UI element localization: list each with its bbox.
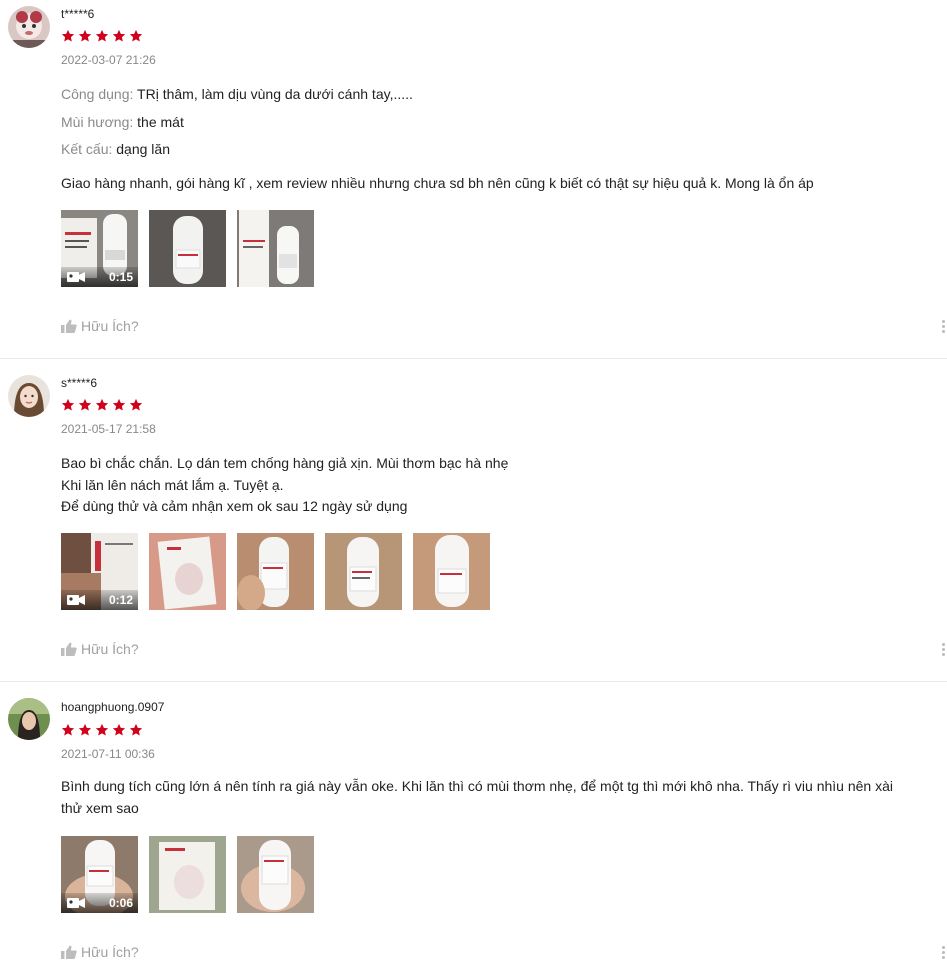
image-thumbnail[interactable] <box>237 836 314 913</box>
review-media: 0:15 <box>61 210 314 287</box>
attribute-usage: Công dụng: TRị thâm, làm dịu vùng da dướ… <box>61 86 413 102</box>
username: t*****6 <box>61 7 95 21</box>
helpful-label: Hữu Ích? <box>81 318 139 334</box>
video-thumbnail[interactable]: 0:06 <box>61 836 138 913</box>
star-icon <box>95 29 109 42</box>
star-icon <box>129 29 143 42</box>
image-thumbnail[interactable] <box>149 533 226 610</box>
divider <box>0 681 947 682</box>
attribute-value: dạng lăn <box>116 141 170 157</box>
username: s*****6 <box>61 376 98 390</box>
thumbs-up-icon <box>61 642 77 656</box>
image-thumbnail[interactable] <box>325 533 402 610</box>
image-thumbnail[interactable] <box>149 210 226 287</box>
review-date: 2022-03-07 21:26 <box>61 53 156 67</box>
helpful-label: Hữu Ích? <box>81 944 139 960</box>
star-icon <box>78 29 92 42</box>
video-duration: 0:12 <box>108 593 133 607</box>
image-thumbnail[interactable] <box>149 836 226 913</box>
star-icon <box>112 29 126 42</box>
review-text-line: Giao hàng nhanh, gói hàng kĩ , xem revie… <box>61 175 814 191</box>
image-thumbnail[interactable] <box>237 533 314 610</box>
thumbs-up-icon <box>61 319 77 333</box>
star-icon <box>95 723 109 736</box>
video-thumbnail[interactable]: 0:12 <box>61 533 138 610</box>
review-media: 0:06 <box>61 836 314 913</box>
star-rating <box>61 723 143 737</box>
star-icon <box>78 398 92 411</box>
review-text: Bình dung tích cũng lớn á nên tính ra gi… <box>61 776 893 819</box>
video-duration: 0:06 <box>108 896 133 910</box>
star-icon <box>95 398 109 411</box>
star-icon <box>61 398 75 411</box>
star-rating <box>61 398 143 412</box>
video-duration: 0:15 <box>108 270 133 284</box>
review-text-line: thử xem sao <box>61 799 139 816</box>
review-date: 2021-05-17 21:58 <box>61 422 156 436</box>
video-camera-icon <box>67 272 85 282</box>
review-text: Bao bì chắc chắn. Lọ dán tem chống hàng … <box>61 453 508 518</box>
thumbs-up-icon <box>61 945 77 959</box>
attribute-label: Mùi hương: <box>61 114 134 130</box>
star-icon <box>129 723 143 736</box>
image-thumbnail[interactable] <box>413 533 490 610</box>
star-icon <box>112 723 126 736</box>
attribute-label: Kết cấu: <box>61 141 113 157</box>
review-text-line: Khi lăn lên nách mát lắm ạ. Tuyệt ạ. <box>61 476 284 493</box>
star-icon <box>61 29 75 42</box>
helpful-button[interactable]: Hữu Ích? <box>61 944 139 960</box>
review-text-line: Bao bì chắc chắn. Lọ dán tem chống hàng … <box>61 455 509 471</box>
image-thumbnail[interactable] <box>237 210 314 287</box>
attribute-value: TRị thâm, làm dịu vùng da dưới cánh tay,… <box>137 86 413 102</box>
star-icon <box>61 723 75 736</box>
review-date: 2021-07-11 00:36 <box>61 747 155 761</box>
attribute-label: Công dụng: <box>61 86 134 102</box>
divider <box>0 358 947 359</box>
video-camera-icon <box>67 595 85 605</box>
attribute-value: the mát <box>137 114 184 130</box>
avatar[interactable] <box>8 375 50 417</box>
more-options-icon[interactable] <box>941 320 947 334</box>
more-options-icon[interactable] <box>941 946 947 960</box>
avatar[interactable] <box>8 6 50 48</box>
star-rating <box>61 29 143 43</box>
more-options-icon[interactable] <box>941 643 947 657</box>
helpful-label: Hữu Ích? <box>81 641 139 657</box>
video-camera-icon <box>67 898 85 908</box>
review-media: 0:12 <box>61 533 490 610</box>
review-text: Giao hàng nhanh, gói hàng kĩ , xem revie… <box>61 173 814 195</box>
helpful-button[interactable]: Hữu Ích? <box>61 641 139 657</box>
username: hoangphuong.0907 <box>61 700 165 714</box>
video-thumbnail[interactable]: 0:15 <box>61 210 138 287</box>
star-icon <box>112 398 126 411</box>
attribute-scent: Mùi hương: the mát <box>61 114 184 130</box>
review-text-line: Để dùng thử và cảm nhận xem ok sau 12 ng… <box>61 498 408 514</box>
star-icon <box>129 398 143 411</box>
helpful-button[interactable]: Hữu Ích? <box>61 318 139 334</box>
review-text-line: Bình dung tích cũng lớn á nên tính ra gi… <box>61 778 893 794</box>
avatar[interactable] <box>8 698 50 740</box>
star-icon <box>78 723 92 736</box>
attribute-texture: Kết cấu: dạng lăn <box>61 141 170 157</box>
